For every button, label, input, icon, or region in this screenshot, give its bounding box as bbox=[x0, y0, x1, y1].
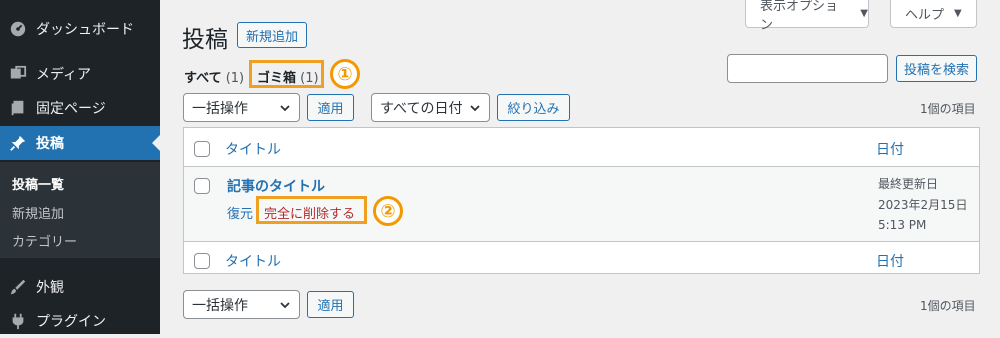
post-date: 2023年2月15日 bbox=[878, 198, 968, 212]
sidebar-item-label: メディア bbox=[36, 67, 92, 83]
add-new-button[interactable]: 新規追加 bbox=[237, 22, 307, 48]
sidebar-item-appearance[interactable]: 外観 bbox=[0, 270, 160, 304]
help-label: ヘルプ bbox=[905, 8, 945, 23]
column-title-footer[interactable]: タイトル bbox=[225, 251, 281, 271]
sidebar-item-media[interactable]: メディア bbox=[0, 57, 160, 91]
apply-button-bottom[interactable]: 適用 bbox=[307, 291, 354, 318]
admin-sidebar: ダッシュボード メディア 固定ページ 投稿 投稿一覧 新規追加 カテゴリー 外観… bbox=[0, 0, 160, 334]
apply-button[interactable]: 適用 bbox=[307, 94, 354, 121]
view-all-link[interactable]: すべて (1) bbox=[184, 67, 244, 86]
sidebar-item-label: プラグイン bbox=[36, 314, 106, 330]
select-all-checkbox-footer[interactable] bbox=[194, 253, 210, 269]
bulk-action-select-bottom[interactable]: 一括操作 bbox=[183, 290, 300, 319]
pin-icon bbox=[8, 133, 28, 153]
view-trash-label: ゴミ箱 bbox=[257, 71, 297, 86]
media-icon bbox=[8, 64, 28, 84]
sidebar-item-posts[interactable]: 投稿 bbox=[0, 126, 160, 160]
post-time: 5:13 PM bbox=[878, 218, 927, 232]
dashboard-icon bbox=[8, 19, 28, 39]
submenu-all-posts[interactable]: 投稿一覧 bbox=[12, 174, 64, 193]
date-filter-value: すべての日付 bbox=[380, 100, 463, 117]
search-posts-button[interactable]: 投稿を検索 bbox=[896, 55, 977, 82]
chevron-down-icon bbox=[469, 102, 481, 118]
bulk-action-select[interactable]: 一括操作 bbox=[183, 93, 300, 122]
column-date-header[interactable]: 日付 bbox=[876, 139, 904, 159]
submenu-add-new[interactable]: 新規追加 bbox=[12, 203, 64, 222]
sidebar-item-label: 固定ページ bbox=[36, 101, 106, 117]
bulk-action-value: 一括操作 bbox=[192, 100, 248, 117]
posts-table: タイトル 日付 記事のタイトル 復元 完全に削除する ② 最終更新日 2023年… bbox=[183, 127, 980, 274]
screen-options-button[interactable]: 表示オプション ▼ bbox=[745, 0, 869, 33]
table-row: 記事のタイトル 復元 完全に削除する ② 最終更新日 2023年2月15日 5:… bbox=[184, 167, 979, 241]
main-content: 表示オプション ▼ ヘルプ ▼ 投稿 新規追加 すべて (1) ゴミ箱 (1) ① … bbox=[160, 0, 1000, 334]
sidebar-item-plugins[interactable]: プラグイン bbox=[0, 304, 160, 338]
view-all-label: すべて bbox=[184, 71, 222, 86]
sidebar-item-label: ダッシュボード bbox=[36, 22, 134, 38]
bulk-action-value: 一括操作 bbox=[192, 297, 248, 314]
brush-icon bbox=[8, 277, 28, 297]
caret-down-icon: ▼ bbox=[860, 8, 868, 19]
divider bbox=[184, 241, 979, 242]
filter-button[interactable]: 絞り込み bbox=[497, 94, 570, 121]
sidebar-item-label: 外観 bbox=[36, 280, 64, 296]
column-title-header[interactable]: タイトル bbox=[225, 139, 281, 159]
view-trash-count: (1) bbox=[300, 71, 319, 86]
pages-icon bbox=[8, 98, 28, 118]
view-all-count: (1) bbox=[225, 71, 245, 86]
items-count-bottom: 1個の項目 bbox=[920, 299, 976, 313]
annotation-marker-1: ① bbox=[330, 59, 360, 89]
items-count: 1個の項目 bbox=[920, 102, 976, 116]
restore-link[interactable]: 復元 bbox=[227, 203, 253, 222]
sidebar-item-dashboard[interactable]: ダッシュボード bbox=[0, 12, 160, 46]
screen-options-label: 表示オプション bbox=[760, 0, 839, 33]
post-title-link[interactable]: 記事のタイトル bbox=[227, 176, 325, 196]
row-checkbox[interactable] bbox=[194, 178, 210, 194]
annotation-marker-2: ② bbox=[373, 196, 403, 226]
sidebar-item-label: 投稿 bbox=[36, 136, 64, 152]
posts-submenu: 投稿一覧 新規追加 カテゴリー bbox=[0, 162, 160, 258]
column-date-footer[interactable]: 日付 bbox=[876, 251, 904, 271]
date-filter-select[interactable]: すべての日付 bbox=[371, 93, 490, 122]
help-button[interactable]: ヘルプ ▼ bbox=[890, 0, 977, 28]
delete-permanently-link[interactable]: 完全に削除する bbox=[264, 203, 355, 222]
search-input[interactable] bbox=[727, 54, 888, 83]
chevron-down-icon bbox=[279, 102, 291, 118]
caret-down-icon: ▼ bbox=[954, 8, 962, 19]
chevron-down-icon bbox=[279, 299, 291, 315]
date-status: 最終更新日 bbox=[878, 177, 939, 191]
page-title: 投稿 bbox=[182, 27, 228, 53]
sidebar-item-pages[interactable]: 固定ページ bbox=[0, 91, 160, 125]
view-trash-link[interactable]: ゴミ箱 (1) bbox=[257, 67, 319, 86]
select-all-checkbox[interactable] bbox=[194, 141, 210, 157]
submenu-categories[interactable]: カテゴリー bbox=[12, 231, 77, 250]
plugin-icon bbox=[8, 311, 28, 331]
